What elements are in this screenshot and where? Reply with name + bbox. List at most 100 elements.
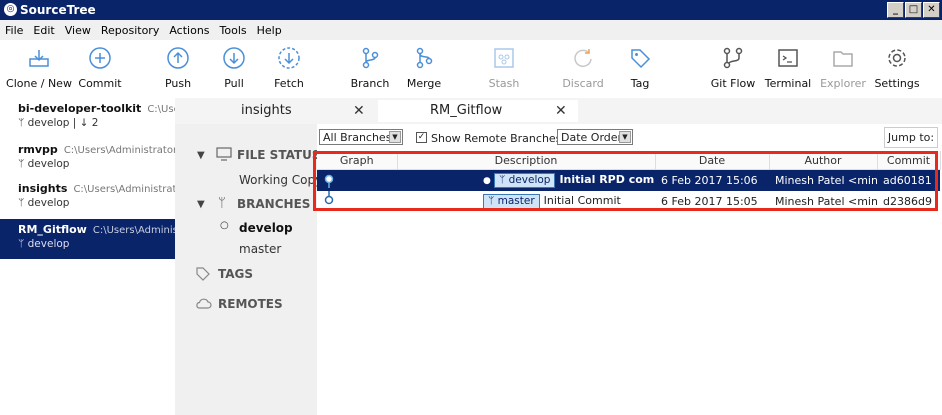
log-view: All Branches ▼ ✓ Show Remote Branches Da…: [317, 124, 942, 415]
branch-tag-label: develop: [508, 174, 551, 186]
tab-rm-gitflow[interactable]: RM_Gitflow ✕: [378, 100, 578, 122]
repo-name: insights: [18, 182, 68, 195]
clone-new-button[interactable]: Clone / New: [4, 46, 74, 90]
branch-item-master[interactable]: master: [239, 242, 281, 256]
tags-header[interactable]: TAGS: [218, 267, 253, 281]
commit-hash-cell: ad60181: [877, 169, 940, 191]
explorer-icon: [830, 46, 856, 70]
branch-item-develop[interactable]: develop: [239, 221, 293, 235]
clone-icon: [26, 46, 52, 70]
menu-tools[interactable]: Tools: [215, 24, 252, 37]
menu-view[interactable]: View: [60, 24, 96, 37]
order-value: Date Order: [561, 131, 623, 144]
author-cell: Minesh Patel <mines: [775, 195, 877, 208]
column-commit[interactable]: Commit: [877, 151, 941, 170]
table-header-row: Graph Description Date Author Commit: [317, 151, 941, 170]
jump-to-button[interactable]: Jump to:: [884, 127, 938, 148]
toolbar: Clone / New Commit Push Pull Fetch Branc…: [0, 40, 942, 99]
repository-list: bi-developer-toolkit C:\Users\Administrat…: [0, 98, 176, 415]
title-bar: ◎ SourceTree _ □ ✕: [0, 0, 942, 20]
minimize-button[interactable]: _: [887, 2, 904, 18]
fetch-button[interactable]: Fetch: [254, 46, 324, 90]
working-copy-item[interactable]: Working Copy: [239, 173, 317, 187]
stash-label: Stash: [488, 77, 520, 90]
stash-button[interactable]: Stash: [469, 46, 539, 90]
branches-header[interactable]: BRANCHES: [237, 197, 310, 211]
chevron-down-icon[interactable]: ▼: [197, 199, 205, 210]
column-author[interactable]: Author: [769, 151, 878, 170]
menu-bar: File Edit View Repository Actions Tools …: [0, 20, 942, 40]
menu-help[interactable]: Help: [252, 24, 287, 37]
show-remote-label: Show Remote Branches: [431, 132, 562, 145]
monitor-icon: [216, 147, 232, 164]
branch-icon: ᛘ: [218, 196, 226, 211]
branch-icon: ᛘ: [18, 238, 28, 250]
tab-label: insights: [241, 103, 292, 118]
merge-button[interactable]: Merge: [389, 46, 459, 90]
menu-file[interactable]: File: [0, 24, 28, 37]
repo-tabs: insights ✕ RM_Gitflow ✕: [175, 98, 942, 124]
tab-label: RM_Gitflow: [430, 103, 503, 118]
tag-button[interactable]: Tag: [605, 46, 675, 90]
tag-icon: [195, 266, 211, 285]
menu-actions[interactable]: Actions: [164, 24, 214, 37]
repo-rm-gitflow[interactable]: RM_Gitflow C:\Users\Administrator ᛘ devel…: [0, 219, 175, 259]
branch-icon: ᛘ: [499, 174, 509, 186]
date-cell: 6 Feb 2017 15:05: [661, 195, 758, 208]
commit-message: Initial RPD commit.: [559, 173, 655, 186]
maximize-button[interactable]: □: [905, 2, 922, 18]
file-status-header[interactable]: FILE STATUS: [237, 148, 317, 162]
merge-icon: [411, 46, 437, 70]
order-select[interactable]: Date Order ▼: [557, 129, 633, 145]
author-cell: Minesh Patel <mines: [769, 169, 877, 191]
close-button[interactable]: ✕: [923, 2, 940, 18]
branch-tag-master[interactable]: ᛘ master: [483, 194, 540, 209]
repo-name: RM_Gitflow: [18, 223, 87, 236]
menu-edit[interactable]: Edit: [28, 24, 59, 37]
tab-insights[interactable]: insights ✕: [175, 100, 375, 122]
repo-path: C:\Users\Administrator: [73, 184, 175, 195]
branches-filter-select[interactable]: All Branches ▼: [319, 129, 403, 145]
branch-icon: ᛘ: [488, 195, 498, 207]
pull-arrow-down-icon: [221, 46, 247, 70]
remotes-header[interactable]: REMOTES: [218, 297, 283, 311]
merge-label: Merge: [406, 77, 442, 90]
branch-icon: ᛘ: [18, 158, 28, 170]
tag-icon: [627, 46, 653, 70]
table-row[interactable]: ᛘ master Initial Commit 6 Feb 2017 15:05 …: [317, 191, 940, 212]
commit-plus-icon: [87, 46, 113, 70]
discard-icon: [570, 46, 596, 70]
repo-rmvpp[interactable]: rmvpp C:\Users\Administrator ᛘ develop: [0, 139, 175, 176]
graph-cell: [317, 169, 397, 191]
clone-new-label: Clone / New: [6, 77, 72, 90]
column-graph[interactable]: Graph: [317, 151, 398, 170]
gear-icon: [884, 46, 910, 70]
branch-icon: ᛘ: [18, 197, 28, 209]
settings-button[interactable]: Settings: [862, 46, 932, 90]
column-description[interactable]: Description: [397, 151, 656, 170]
branch-tag-develop[interactable]: ᛘ develop: [494, 173, 556, 188]
chevron-down-icon: ▼: [389, 131, 401, 143]
repo-bi-developer-toolkit[interactable]: bi-developer-toolkit C:\Users\Administrat…: [0, 98, 175, 135]
commit-hash-cell: d2386d9: [883, 195, 932, 208]
tag-label: Tag: [630, 77, 650, 90]
chevron-down-icon[interactable]: ▼: [197, 150, 205, 161]
column-date[interactable]: Date: [655, 151, 770, 170]
repo-branch: develop: [27, 197, 70, 209]
branch-tag-label: master: [497, 195, 535, 207]
commit-button[interactable]: Commit: [65, 46, 135, 90]
current-branch-dot-icon: ○: [220, 220, 229, 231]
fetch-arrow-down-icon: [276, 46, 302, 70]
repo-path: C:\Users\Administrator: [147, 104, 175, 115]
show-remote-checkbox[interactable]: ✓: [416, 132, 427, 143]
close-icon[interactable]: ✕: [555, 103, 567, 119]
menu-repository[interactable]: Repository: [96, 24, 165, 37]
branch-icon: [357, 46, 383, 70]
graph-cell: [317, 191, 397, 212]
table-row[interactable]: ● ᛘ developInitial RPD commit. 6 Feb 201…: [317, 169, 940, 191]
filter-bar: All Branches ▼ ✓ Show Remote Branches Da…: [317, 124, 942, 150]
repo-branch: develop | ↓ 2: [27, 117, 99, 129]
chevron-down-icon: ▼: [619, 131, 631, 143]
close-icon[interactable]: ✕: [353, 103, 365, 119]
repo-insights[interactable]: insights C:\Users\Administrator ᛘ develop: [0, 178, 175, 215]
